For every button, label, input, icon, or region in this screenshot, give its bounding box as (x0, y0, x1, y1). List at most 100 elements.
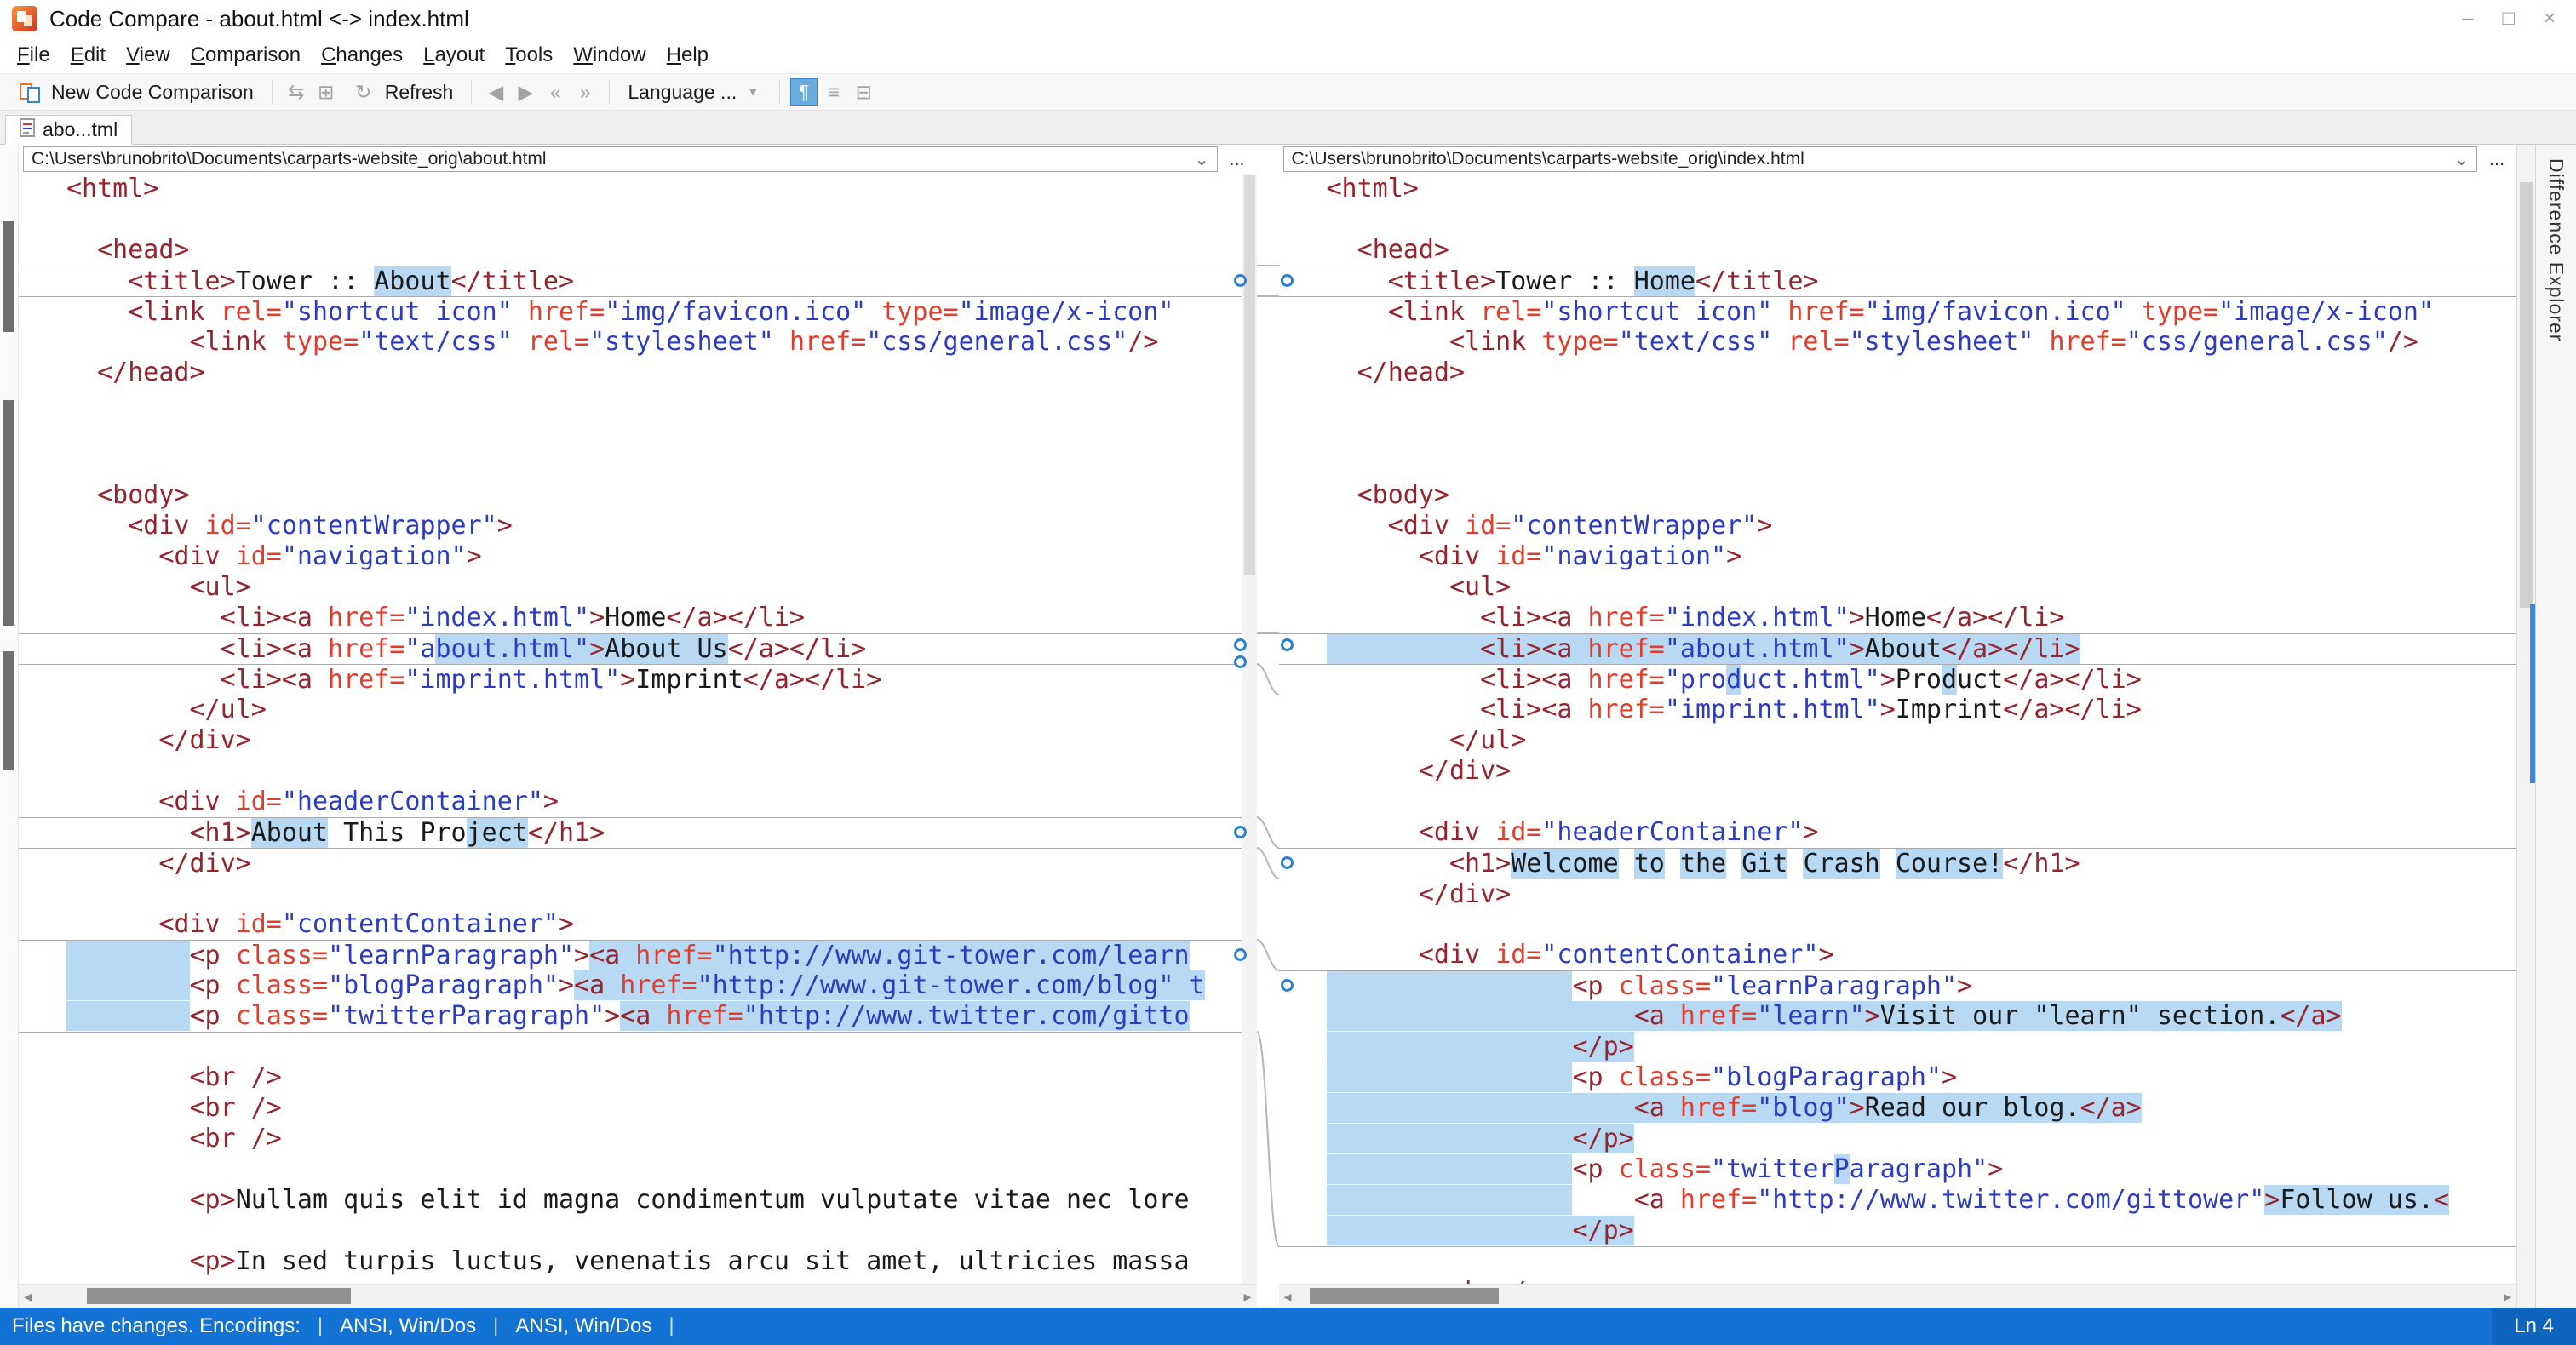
code-line[interactable]: <title>Tower :: About</title> (19, 266, 1242, 296)
code-line[interactable]: <li><a href="about.html">About Us</a></l… (19, 633, 1242, 664)
code-line[interactable]: <title>Tower :: Home</title> (1278, 266, 2516, 296)
left-vertical-scrollbar[interactable] (1241, 174, 1257, 1284)
close-button[interactable]: × (2544, 9, 2556, 29)
scrollbar-thumb[interactable] (1243, 175, 1255, 575)
code-line[interactable]: </p> (1279, 1216, 2517, 1246)
code-line[interactable]: <head> (1279, 235, 2517, 266)
code-line[interactable]: <link rel="shortcut icon" href="img/favi… (19, 296, 1242, 327)
code-line[interactable]: <div id="contentWrapper"> (1279, 511, 2517, 541)
code-line[interactable]: <body> (19, 480, 1242, 511)
previous-change-icon[interactable]: ◀ (482, 78, 509, 106)
scrollbar-thumb[interactable] (87, 1288, 351, 1304)
collapse-sections-icon[interactable]: ⊟ (850, 78, 877, 106)
comparison-options-icon[interactable]: ⊞ (313, 78, 340, 106)
menu-file[interactable]: File (7, 40, 60, 71)
copy-to-left-icon[interactable]: « (542, 78, 569, 106)
language-selector[interactable]: Language ... ▾ (620, 76, 769, 108)
merge-change-button[interactable] (1233, 948, 1247, 961)
scroll-right-icon[interactable]: ▸ (1243, 1289, 1251, 1304)
code-line[interactable]: </div> (19, 725, 1242, 756)
code-line[interactable]: <html> (19, 174, 1242, 204)
scroll-left-icon[interactable]: ◂ (1284, 1289, 1292, 1304)
code-line[interactable]: <div id="navigation"> (19, 541, 1242, 572)
code-line[interactable]: <div id="headerContainer"> (1279, 817, 2517, 848)
code-line[interactable]: <h1>About This Project</h1> (19, 817, 1242, 848)
copy-to-right-icon[interactable]: » (571, 78, 599, 106)
code-line[interactable]: <br /> (19, 1093, 1242, 1124)
right-vertical-scrollbar[interactable] (2516, 145, 2535, 1308)
code-line[interactable]: <h1>Welcome to the Git Crash Course!</h1… (1278, 848, 2516, 879)
right-code-editor[interactable]: <html> <head> <title>Tower :: Home</titl… (1278, 174, 2517, 1284)
menu-help[interactable]: Help (657, 40, 719, 71)
code-line[interactable]: <a href="learn">Visit our "learn" sectio… (1279, 1001, 2517, 1032)
code-line[interactable]: </div> (1279, 756, 2517, 787)
code-line[interactable]: <div id="navigation"> (1279, 541, 2517, 572)
menu-window[interactable]: Window (563, 40, 656, 71)
code-line[interactable]: <ul> (1279, 572, 2517, 603)
code-line[interactable]: </div> (1278, 879, 2516, 909)
code-line[interactable] (1279, 449, 2517, 480)
right-file-path-combo[interactable]: C:\Users\brunobrito\Documents\carparts-w… (1282, 146, 2477, 172)
minimize-button[interactable]: – (2462, 9, 2473, 29)
code-line[interactable]: </div> (19, 848, 1242, 879)
code-line[interactable]: <p class="learnParagraph"> (1278, 970, 2516, 1001)
new-code-comparison-button[interactable]: New Code Comparison (9, 76, 261, 108)
code-line[interactable] (19, 756, 1242, 787)
refresh-button[interactable]: ↻ Refresh (342, 76, 462, 108)
code-line[interactable] (19, 879, 1242, 909)
right-horizontal-scrollbar[interactable]: ◂ ▸ (1278, 1284, 2516, 1308)
scroll-left-icon[interactable]: ◂ (24, 1289, 32, 1304)
code-line[interactable]: <head> (19, 235, 1242, 266)
line-numbers-icon[interactable]: ≡ (820, 78, 847, 106)
chevron-down-icon[interactable]: ⌄ (1186, 149, 1209, 170)
merge-change-button[interactable] (1280, 979, 1294, 992)
menu-tools[interactable]: Tools (495, 40, 563, 71)
code-line[interactable]: <p class="learnParagraph"><a href="http:… (19, 940, 1242, 970)
code-line[interactable] (1279, 419, 2517, 449)
code-line[interactable]: <a href="blog">Read our blog.</a> (1279, 1093, 2517, 1124)
code-line[interactable]: <link type="text/css" rel="stylesheet" h… (19, 327, 1242, 358)
merge-change-button[interactable] (1233, 655, 1247, 668)
code-line[interactable]: <div id="headerContainer"> (19, 787, 1242, 817)
code-line[interactable]: <ul> (19, 572, 1242, 603)
tab-about-html[interactable]: abo...tml (5, 115, 133, 145)
left-code-editor[interactable]: <html> <head> <title>Tower :: About</tit… (19, 174, 1242, 1284)
merge-change-button[interactable] (1233, 274, 1247, 287)
merge-change-button[interactable] (1233, 638, 1247, 651)
code-line[interactable]: <br /> (19, 1124, 1242, 1154)
menu-layout[interactable]: Layout (413, 40, 495, 71)
code-line[interactable] (1279, 388, 2517, 419)
code-line[interactable]: <body> (1279, 480, 2517, 511)
scroll-right-icon[interactable]: ▸ (2504, 1289, 2511, 1304)
next-change-icon[interactable]: ▶ (512, 78, 539, 106)
code-line[interactable]: <li><a href="imprint.html">Imprint</a></… (1279, 695, 2517, 725)
scrollbar-thumb[interactable] (1309, 1288, 1499, 1304)
code-line[interactable]: <a href="http://www.twitter.com/gittower… (1279, 1185, 2517, 1216)
chevron-down-icon[interactable]: ⌄ (2446, 149, 2469, 170)
code-line[interactable] (1279, 204, 2517, 235)
code-line[interactable]: <li><a href="product.html">Product</a></… (1278, 664, 2516, 695)
code-line[interactable]: <p class="blogParagraph"> (1279, 1062, 2517, 1093)
code-line[interactable]: <p>Nullam quis elit id magna condimentum… (19, 1185, 1242, 1216)
merge-change-button[interactable] (1280, 638, 1294, 651)
show-whitespace-icon[interactable]: ¶ (790, 78, 818, 106)
code-line[interactable]: <p class="blogParagraph"><a href="http:/… (19, 970, 1242, 1001)
left-horizontal-scrollbar[interactable]: ◂ ▸ (19, 1284, 1257, 1308)
code-line[interactable]: <p class="twitterParagraph"> (1279, 1154, 2517, 1185)
code-line[interactable] (19, 1154, 1242, 1185)
code-line[interactable]: <p class="twitterParagraph"><a href="htt… (19, 1001, 1242, 1032)
menu-edit[interactable]: Edit (60, 40, 116, 71)
maximize-button[interactable]: □ (2502, 9, 2515, 29)
left-file-path-combo[interactable]: C:\Users\brunobrito\Documents\carparts-w… (23, 146, 1218, 172)
menu-changes[interactable]: Changes (311, 40, 413, 71)
scrollbar-thumb[interactable] (2520, 182, 2533, 608)
code-line[interactable]: </ul> (19, 695, 1242, 725)
code-line[interactable]: </head> (1279, 358, 2517, 388)
code-line[interactable] (19, 1216, 1242, 1246)
code-line[interactable]: <li><a href="index.html">Home</a></li> (1279, 603, 2517, 633)
difference-explorer-tab[interactable]: Difference Explorer (2535, 145, 2576, 1308)
swap-panes-icon[interactable]: ⇆ (283, 78, 310, 106)
code-line[interactable]: <br /> (19, 1062, 1242, 1093)
code-line[interactable]: </head> (19, 358, 1242, 388)
code-line[interactable] (19, 449, 1242, 480)
